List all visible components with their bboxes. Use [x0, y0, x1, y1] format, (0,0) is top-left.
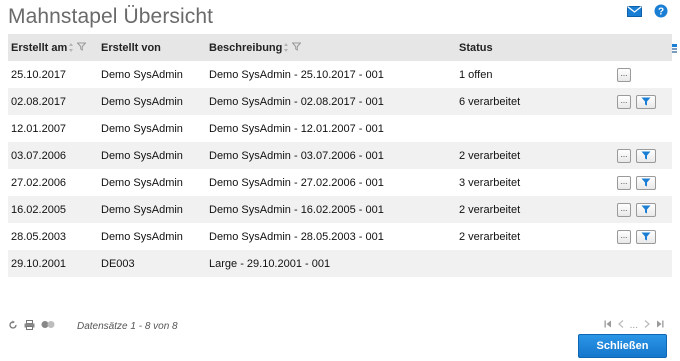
column-header-description[interactable]: Beschreibung [206, 34, 456, 61]
row-actions: ... [606, 61, 672, 88]
table-row[interactable]: 02.08.2017 Demo SysAdmin Demo SysAdmin -… [8, 88, 672, 115]
row-actions [606, 250, 672, 277]
cell-status: 6 verarbeitet [459, 95, 521, 108]
record-count: Datensätze 1 - 8 von 8 [77, 320, 178, 332]
table-row[interactable]: 28.05.2003 Demo SysAdmin Demo SysAdmin -… [8, 223, 672, 250]
cell-created-on: 27.02.2006 [11, 176, 67, 189]
table-row[interactable]: 03.07.2006 Demo SysAdmin Demo SysAdmin -… [8, 142, 672, 169]
column-header-created-by[interactable]: Erstellt von [98, 34, 206, 61]
funnel-icon [641, 205, 651, 214]
column-header-status[interactable]: Status [456, 34, 606, 61]
column-header-actions [606, 34, 672, 61]
toggle-view-icon[interactable] [41, 320, 55, 332]
funnel-icon [641, 97, 651, 106]
pagination: ... [604, 320, 664, 331]
sort-icon[interactable] [284, 43, 289, 52]
cell-created-by: Demo SysAdmin [101, 230, 183, 243]
more-button[interactable]: ... [617, 94, 631, 109]
sort-icon[interactable] [69, 43, 74, 52]
row-actions: ... [606, 142, 672, 169]
table-row[interactable]: 12.01.2007 Demo SysAdmin Demo SysAdmin -… [8, 115, 672, 142]
table-row[interactable]: 25.10.2017 Demo SysAdmin Demo SysAdmin -… [8, 61, 672, 88]
cell-created-on: 03.07.2006 [11, 149, 67, 162]
cell-description: Demo SysAdmin - 16.02.2005 - 001 [209, 203, 384, 216]
filter-button[interactable] [636, 148, 656, 163]
mail-icon[interactable] [627, 5, 642, 17]
column-header-label: Erstellt von [101, 41, 161, 54]
cell-created-on: 28.05.2003 [11, 230, 67, 243]
prev-page-icon[interactable] [617, 320, 624, 331]
cell-status [456, 115, 606, 142]
column-header-label: Beschreibung [209, 41, 283, 54]
filter-button[interactable] [636, 202, 656, 217]
cell-description: Demo SysAdmin - 25.10.2017 - 001 [209, 68, 384, 81]
cell-description: Demo SysAdmin - 03.07.2006 - 001 [209, 149, 384, 162]
filter-button[interactable] [636, 175, 656, 190]
filter-icon[interactable] [76, 42, 87, 54]
cell-created-on: 16.02.2005 [11, 203, 67, 216]
row-actions: ... [606, 169, 672, 196]
help-icon[interactable]: ? [654, 4, 668, 18]
row-actions [606, 115, 672, 142]
refresh-icon[interactable] [8, 320, 18, 333]
cell-status: 1 offen [459, 68, 493, 81]
first-page-icon[interactable] [604, 320, 612, 331]
table-row[interactable]: 16.02.2005 Demo SysAdmin Demo SysAdmin -… [8, 196, 672, 223]
column-header-label: Status [459, 41, 493, 54]
cell-status [456, 250, 606, 277]
cell-status: 3 verarbeitet [459, 176, 521, 189]
column-header-created-on[interactable]: Erstellt am [8, 34, 98, 61]
dunning-batch-table: Erstellt am Erstellt von Beschreibung St… [8, 34, 672, 277]
funnel-icon [641, 151, 651, 160]
cell-created-on: 29.10.2001 [11, 257, 67, 270]
cell-description: Demo SysAdmin - 12.01.2007 - 001 [209, 122, 384, 135]
page-gap: ... [629, 320, 638, 331]
cell-created-on: 12.01.2007 [11, 122, 67, 135]
cell-created-by: Demo SysAdmin [101, 203, 183, 216]
more-button[interactable]: ... [617, 202, 631, 217]
row-actions: ... [606, 88, 672, 115]
cell-description: Demo SysAdmin - 27.02.2006 - 001 [209, 176, 384, 189]
row-actions: ... [606, 223, 672, 250]
more-button[interactable]: ... [617, 175, 631, 190]
close-button[interactable]: Schließen [578, 334, 667, 358]
column-header-label: Erstellt am [11, 41, 68, 54]
cell-created-by: DE003 [101, 257, 135, 270]
filter-button[interactable] [636, 229, 656, 244]
cell-created-by: Demo SysAdmin [101, 68, 183, 81]
cell-created-by: Demo SysAdmin [101, 122, 183, 135]
cell-description: Large - 29.10.2001 - 001 [209, 257, 331, 270]
cell-description: Demo SysAdmin - 02.08.2017 - 001 [209, 95, 384, 108]
filter-icon[interactable] [291, 42, 302, 54]
page-title: Mahnstapel Übersicht [8, 5, 214, 28]
cell-created-by: Demo SysAdmin [101, 95, 183, 108]
filter-button[interactable] [636, 94, 656, 109]
svg-text:?: ? [658, 7, 664, 18]
cell-created-by: Demo SysAdmin [101, 149, 183, 162]
print-icon[interactable] [24, 319, 35, 333]
more-button[interactable]: ... [617, 148, 631, 163]
cell-created-on: 02.08.2017 [11, 95, 67, 108]
cell-status: 2 verarbeitet [459, 203, 521, 216]
table-footer: Datensätze 1 - 8 von 8 ... [8, 317, 672, 335]
table-header: Erstellt am Erstellt von Beschreibung St… [8, 34, 672, 61]
cell-created-on: 25.10.2017 [11, 68, 67, 81]
header-icons: ? [627, 4, 668, 18]
table-row[interactable]: 27.02.2006 Demo SysAdmin Demo SysAdmin -… [8, 169, 672, 196]
more-button[interactable]: ... [617, 67, 631, 82]
cell-status: 2 verarbeitet [459, 149, 521, 162]
funnel-icon [641, 178, 651, 187]
more-button[interactable]: ... [617, 229, 631, 244]
cell-status: 2 verarbeitet [459, 230, 521, 243]
cell-created-by: Demo SysAdmin [101, 176, 183, 189]
row-actions: ... [606, 196, 672, 223]
last-page-icon[interactable] [656, 320, 664, 331]
cell-description: Demo SysAdmin - 28.05.2003 - 001 [209, 230, 384, 243]
funnel-icon [641, 232, 651, 241]
table-row[interactable]: 29.10.2001 DE003 Large - 29.10.2001 - 00… [8, 250, 672, 277]
next-page-icon[interactable] [644, 320, 650, 331]
